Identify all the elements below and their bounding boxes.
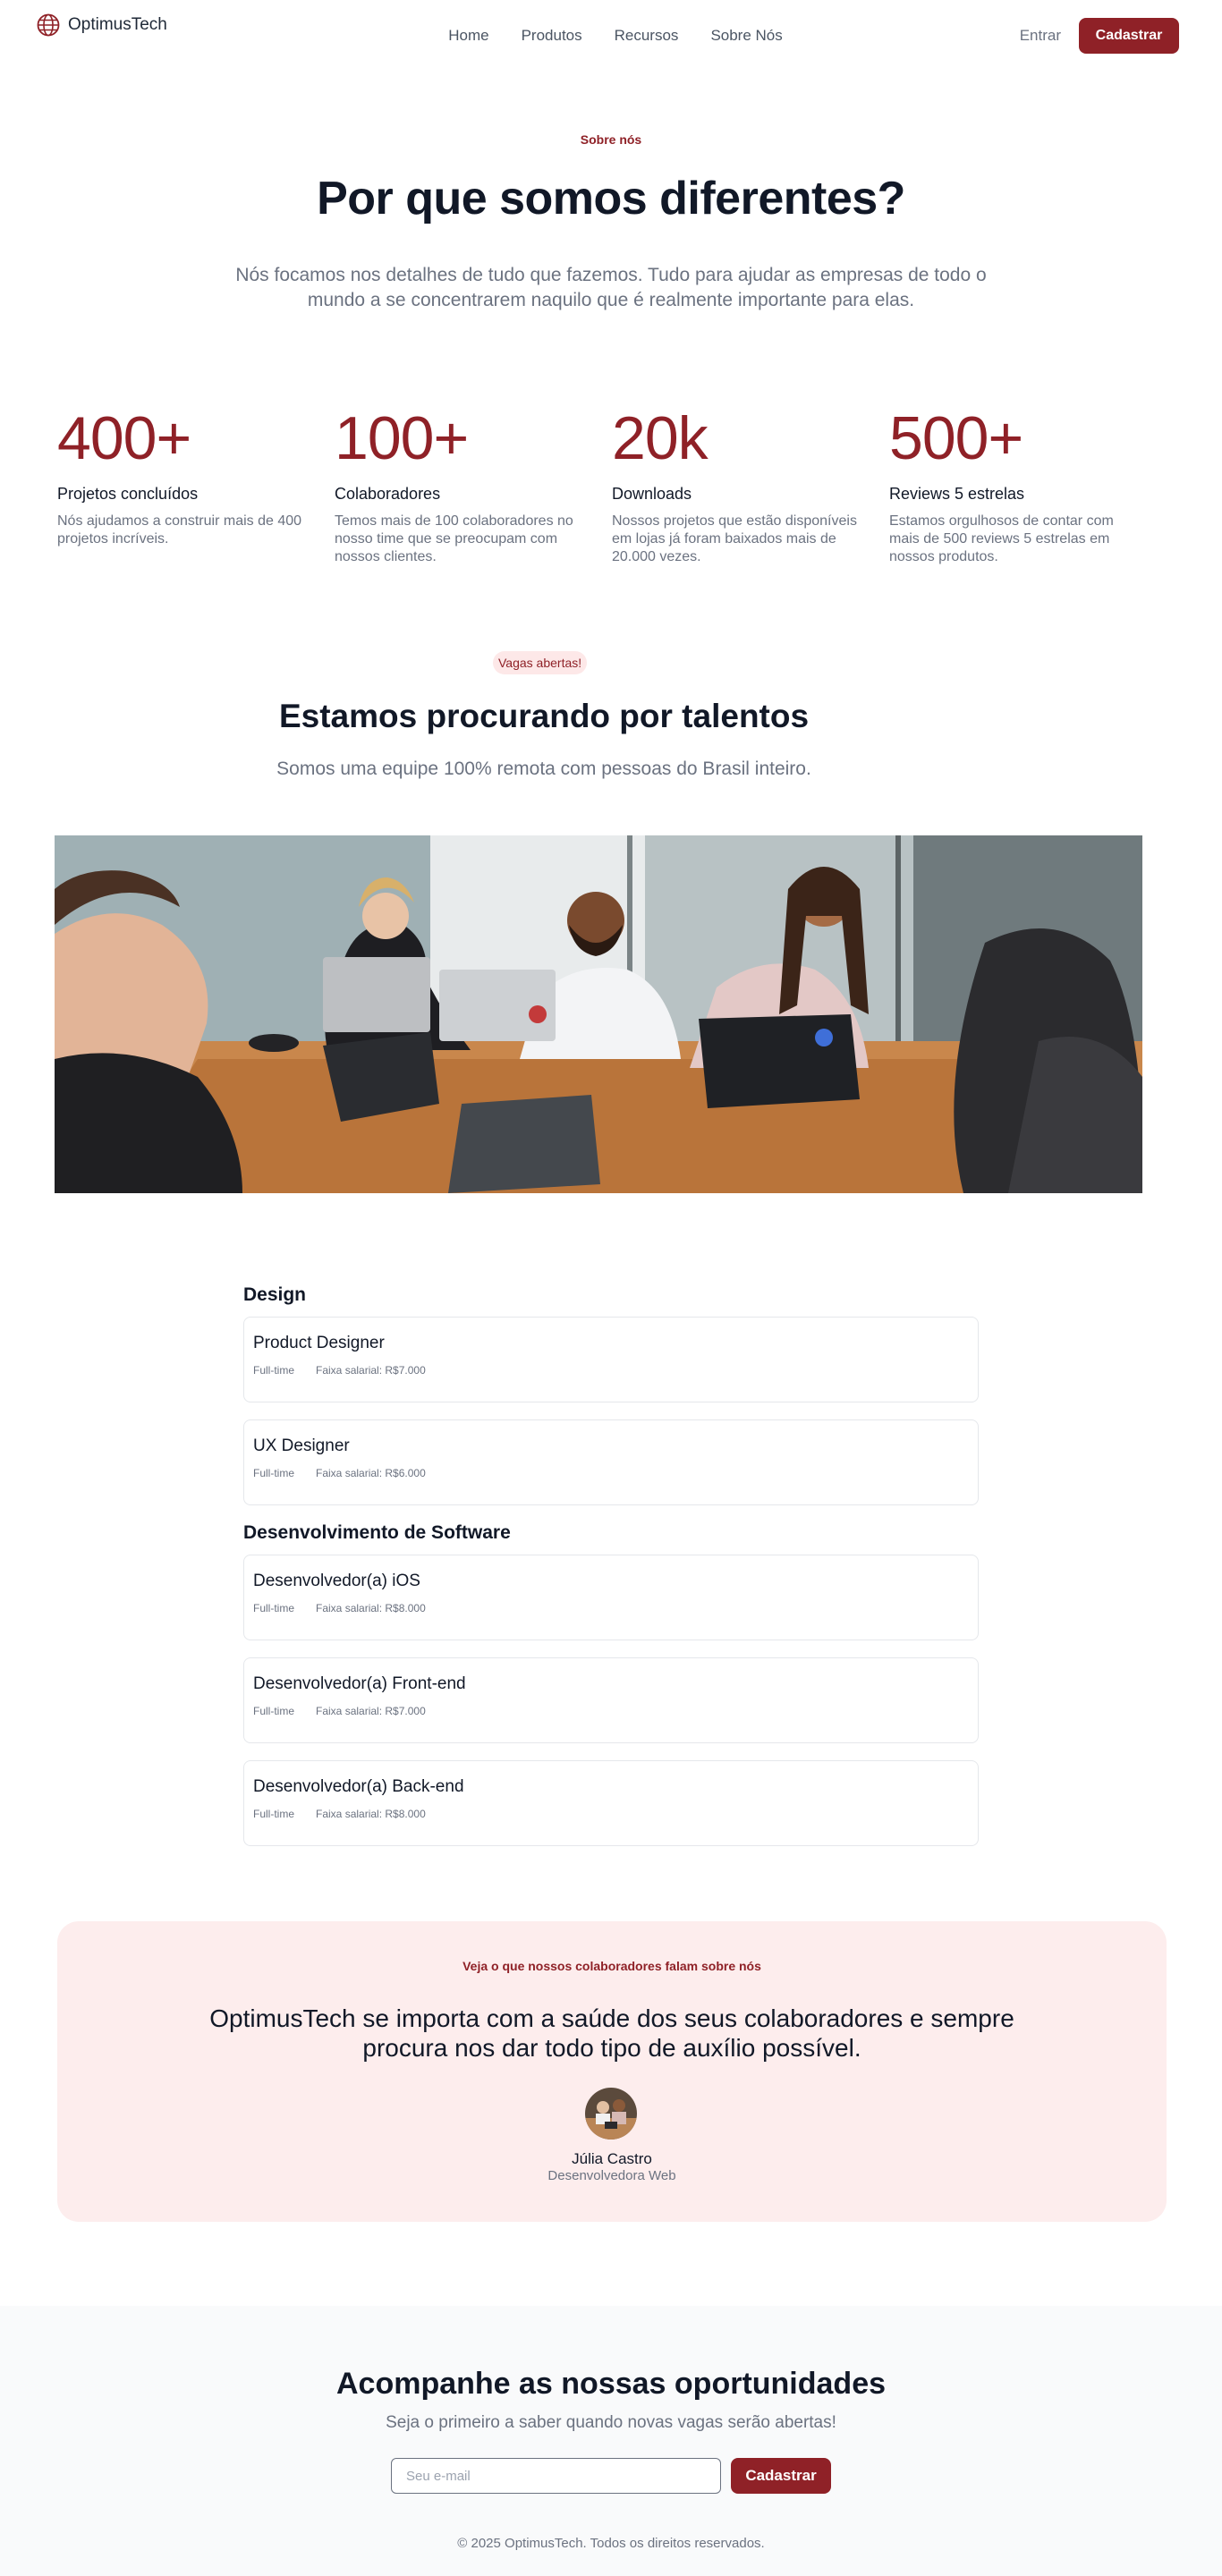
- team-photo: [55, 835, 1142, 1193]
- avatar: [585, 2088, 637, 2140]
- stat-description: Estamos orgulhosos de contar com mais de…: [889, 513, 1114, 564]
- careers-subtitle: Somos uma equipe 100% remota com pessoas…: [276, 758, 811, 779]
- nav-produtos[interactable]: Produtos: [522, 27, 582, 45]
- testimonial-quote: OptimusTech se importa com a saúde dos s…: [209, 2004, 1014, 2062]
- stat-reviews: 500+ Reviews 5 estrelas Estamos orgulhos…: [889, 402, 1167, 566]
- job-salary: Faixa salarial: R$8.000: [316, 1808, 426, 1820]
- stats-section: 400+ Projetos concluídos Nós ajudamos a …: [57, 402, 1167, 566]
- testimonial-name: Júlia Castro: [572, 2150, 652, 2167]
- job-card[interactable]: Product Designer Full-time Faixa salaria…: [243, 1317, 979, 1402]
- job-card[interactable]: Desenvolvedor(a) Front-end Full-time Fai…: [243, 1657, 979, 1743]
- stat-description: Nossos projetos que estão disponíveis em…: [612, 513, 857, 564]
- stat-label: Reviews 5 estrelas: [889, 485, 1025, 503]
- testimonial-role: Desenvolvedora Web: [547, 2168, 676, 2183]
- job-salary: Faixa salarial: R$7.000: [316, 1705, 426, 1717]
- team-photo-illustration: [55, 835, 1142, 1193]
- avatar-image: [585, 2088, 637, 2140]
- stat-value: 500+: [889, 404, 1023, 472]
- newsletter-section: Acompanhe as nossas oportunidades Seja o…: [0, 2306, 1222, 2576]
- newsletter-title: Acompanhe as nossas oportunidades: [335, 2367, 887, 2401]
- stat-projects: 400+ Projetos concluídos Nós ajudamos a …: [57, 402, 335, 566]
- about-title: Por que somos diferentes?: [317, 173, 905, 225]
- testimonial-card: Veja o que nossos colaboradores falam so…: [57, 1921, 1167, 2222]
- department-title: Desenvolvimento de Software: [243, 1522, 511, 1543]
- open-positions-badge: Vagas abertas!: [493, 651, 588, 674]
- job-type: Full-time: [253, 1364, 295, 1377]
- careers-title: Estamos procurando por talentos: [278, 698, 810, 734]
- stat-label: Colaboradores: [335, 485, 441, 503]
- about-description: Nós focamos nos detalhes de tudo que faz…: [235, 265, 987, 310]
- testimonial-eyebrow: Veja o que nossos colaboradores falam so…: [462, 1959, 761, 1973]
- job-title: UX Designer: [253, 1436, 350, 1455]
- job-card[interactable]: Desenvolvedor(a) iOS Full-time Faixa sal…: [243, 1555, 979, 1640]
- stat-value: 20k: [612, 404, 709, 472]
- footer-copyright: © 2025 OptimusTech. Todos os direitos re…: [457, 2536, 765, 2551]
- job-type: Full-time: [253, 1602, 295, 1614]
- email-field[interactable]: [391, 2458, 721, 2494]
- stat-description: Temos mais de 100 colaboradores no nosso…: [335, 513, 573, 564]
- job-meta: Full-time Faixa salarial: R$7.000: [253, 1364, 969, 1377]
- newsletter-subtitle: Seja o primeiro a saber quando novas vag…: [386, 2413, 836, 2432]
- job-type: Full-time: [253, 1808, 295, 1820]
- nav-sobre-nos[interactable]: Sobre Nós: [710, 27, 782, 45]
- stat-label: Projetos concluídos: [57, 485, 199, 503]
- nav-home[interactable]: Home: [448, 27, 488, 45]
- job-card[interactable]: UX Designer Full-time Faixa salarial: R$…: [243, 1419, 979, 1505]
- newsletter-signup-button[interactable]: Cadastrar: [731, 2458, 831, 2494]
- about-eyebrow: Sobre nós: [580, 132, 642, 147]
- job-meta: Full-time Faixa salarial: R$8.000: [253, 1602, 969, 1614]
- stat-value: 100+: [335, 404, 469, 472]
- stat-label: Downloads: [612, 485, 692, 503]
- job-salary: Faixa salarial: R$6.000: [316, 1467, 426, 1479]
- job-salary: Faixa salarial: R$8.000: [316, 1602, 426, 1614]
- job-salary: Faixa salarial: R$7.000: [316, 1364, 426, 1377]
- stat-collaborators: 100+ Colaboradores Temos mais de 100 col…: [335, 402, 612, 566]
- job-type: Full-time: [253, 1705, 295, 1717]
- job-type: Full-time: [253, 1467, 295, 1479]
- job-meta: Full-time Faixa salarial: R$7.000: [253, 1705, 969, 1717]
- signup-button[interactable]: Cadastrar: [1079, 18, 1179, 54]
- job-meta: Full-time Faixa salarial: R$8.000: [253, 1808, 969, 1820]
- stat-downloads: 20k Downloads Nossos projetos que estão …: [612, 402, 889, 566]
- job-title: Desenvolvedor(a) Back-end: [253, 1777, 464, 1796]
- jobs-list: Design Product Designer Full-time Faixa …: [243, 1281, 979, 1863]
- job-title: Desenvolvedor(a) Front-end: [253, 1674, 466, 1693]
- job-card[interactable]: Desenvolvedor(a) Back-end Full-time Faix…: [243, 1760, 979, 1846]
- site-header: OptimusTech Home Produtos Recursos Sobre…: [0, 0, 1222, 72]
- login-link[interactable]: Entrar: [1020, 27, 1061, 45]
- job-title: Desenvolvedor(a) iOS: [253, 1572, 420, 1590]
- nav-recursos[interactable]: Recursos: [615, 27, 679, 45]
- department-title: Design: [243, 1284, 307, 1305]
- stat-description: Nós ajudamos a construir mais de 400 pro…: [57, 513, 302, 547]
- job-meta: Full-time Faixa salarial: R$6.000: [253, 1467, 969, 1479]
- stat-value: 400+: [57, 404, 191, 472]
- job-title: Product Designer: [253, 1334, 385, 1352]
